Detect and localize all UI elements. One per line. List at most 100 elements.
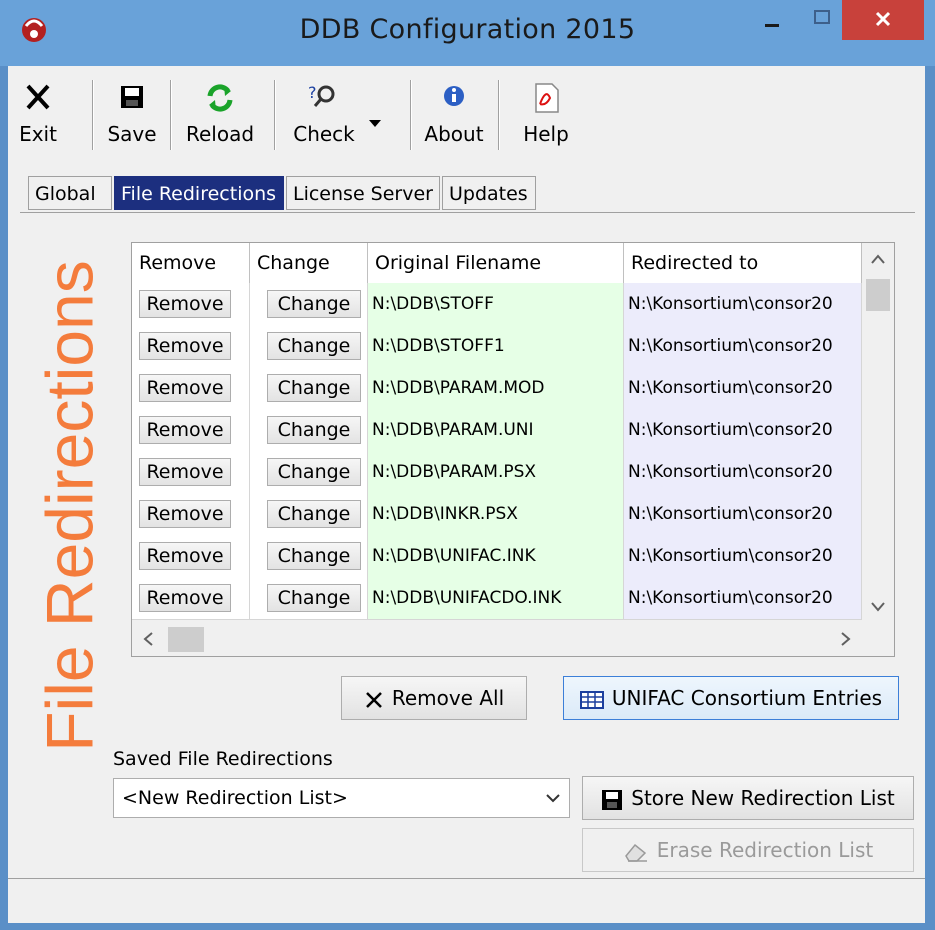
row-change-button[interactable]: Change (267, 500, 361, 528)
column-header-redirected[interactable]: Redirected to (624, 243, 862, 283)
original-filename-cell[interactable]: N:\DDB\PARAM.PSX (368, 451, 624, 493)
table-row: Remove Change N:\DDB\INKR.PSX N:\Konsort… (132, 493, 862, 536)
column-header-original[interactable]: Original Filename (368, 243, 624, 283)
row-remove-button[interactable]: Remove (139, 584, 231, 612)
check-label: Check (293, 122, 355, 146)
original-filename-cell[interactable]: N:\DDB\STOFF (368, 283, 624, 325)
about-label: About (424, 122, 484, 146)
row-remove-button[interactable]: Remove (139, 542, 231, 570)
redirected-to-cell[interactable]: N:\Konsortium\consor20 (624, 367, 862, 409)
table-row: Remove Change N:\DDB\STOFF1 N:\Konsortiu… (132, 325, 862, 368)
change-cell: Change (250, 577, 368, 619)
column-header-remove[interactable]: Remove (132, 243, 250, 283)
row-remove-button[interactable]: Remove (139, 416, 231, 444)
remove-cell: Remove (132, 409, 250, 451)
original-filename-cell[interactable]: N:\DDB\STOFF1 (368, 325, 624, 367)
original-filename-cell[interactable]: N:\DDB\INKR.PSX (368, 493, 624, 535)
change-cell: Change (250, 409, 368, 451)
info-icon (444, 86, 464, 106)
reload-button[interactable]: Reload (180, 76, 260, 156)
row-remove-button[interactable]: Remove (139, 290, 231, 318)
unifac-entries-label: UNIFAC Consortium Entries (611, 686, 883, 710)
erase-list-label: Erase Redirection List (656, 838, 874, 862)
original-filename-cell[interactable]: N:\DDB\PARAM.MOD (368, 367, 624, 409)
tab-license-server[interactable]: License Server (286, 176, 440, 210)
check-dropdown-button[interactable] (362, 76, 388, 156)
remove-cell: Remove (132, 367, 250, 409)
remove-cell: Remove (132, 535, 250, 577)
row-remove-button[interactable]: Remove (139, 332, 231, 360)
table-row: Remove Change N:\DDB\STOFF N:\Konsortium… (132, 283, 862, 326)
table-row: Remove Change N:\DDB\PARAM.UNI N:\Konsor… (132, 409, 862, 452)
chevron-down-icon (546, 794, 560, 803)
save-label: Save (107, 122, 157, 146)
help-button[interactable]: Help (518, 76, 574, 156)
redirected-to-cell[interactable]: N:\Konsortium\consor20 (624, 535, 862, 577)
save-button[interactable]: Save (102, 76, 162, 156)
chevron-down-icon (369, 120, 381, 127)
eraser-icon (624, 843, 647, 862)
close-icon (365, 691, 382, 708)
redirected-to-cell[interactable]: N:\Konsortium\consor20 (624, 451, 862, 493)
row-change-button[interactable]: Change (267, 374, 361, 402)
remove-cell: Remove (132, 451, 250, 493)
selected-redirection-list: <New Redirection List> (122, 787, 348, 809)
remove-all-label: Remove All (391, 686, 505, 710)
original-filename-cell[interactable]: N:\DDB\PARAM.UNI (368, 409, 624, 451)
erase-redirection-list-button[interactable]: Erase Redirection List (582, 828, 914, 872)
close-icon (26, 84, 50, 110)
row-change-button[interactable]: Change (267, 416, 361, 444)
redirected-to-cell[interactable]: N:\Konsortium\consor20 (624, 409, 862, 451)
saved-redirections-select[interactable]: <New Redirection List> (113, 778, 570, 818)
remove-cell: Remove (132, 283, 250, 325)
tab-global[interactable]: Global (28, 176, 112, 210)
row-change-button[interactable]: Change (267, 584, 361, 612)
about-button[interactable]: About (420, 76, 488, 156)
tab-updates[interactable]: Updates (442, 176, 536, 210)
minimize-button[interactable] (745, 0, 797, 40)
vertical-scrollbar-graphic (866, 254, 890, 612)
horizontal-scrollbar-graphic (143, 627, 851, 652)
vertical-scrollbar[interactable] (862, 243, 894, 623)
toolbar-separator (498, 80, 500, 150)
close-icon (875, 11, 891, 27)
table-row: Remove Change N:\DDB\UNIFACDO.INK N:\Kon… (132, 577, 862, 620)
original-filename-cell[interactable]: N:\DDB\UNIFAC.INK (368, 535, 624, 577)
tab-file-redirections[interactable]: File Redirections (114, 176, 284, 210)
title-bar[interactable]: DDB Configuration 2015 (0, 0, 935, 66)
table-row: Remove Change N:\DDB\PARAM.PSX N:\Konsor… (132, 451, 862, 494)
redirected-to-cell[interactable]: N:\Konsortium\consor20 (624, 325, 862, 367)
row-change-button[interactable]: Change (267, 290, 361, 318)
redirected-to-cell[interactable]: N:\Konsortium\consor20 (624, 577, 862, 619)
floppy-disk-icon (602, 789, 623, 810)
row-remove-button[interactable]: Remove (139, 500, 231, 528)
redirected-to-cell[interactable]: N:\Konsortium\consor20 (624, 493, 862, 535)
exit-label: Exit (19, 122, 57, 146)
exit-button[interactable]: Exit (12, 76, 64, 156)
toolbar-separator (92, 80, 94, 150)
original-filename-cell[interactable]: N:\DDB\UNIFACDO.INK (368, 577, 624, 619)
table-header: Remove Change Original Filename Redirect… (132, 243, 862, 284)
store-redirection-list-button[interactable]: Store New Redirection List (582, 776, 914, 820)
row-remove-button[interactable]: Remove (139, 458, 231, 486)
redirected-to-cell[interactable]: N:\Konsortium\consor20 (624, 283, 862, 325)
unifac-consortium-entries-button[interactable]: UNIFAC Consortium Entries (563, 676, 899, 720)
row-change-button[interactable]: Change (267, 458, 361, 486)
row-remove-button[interactable]: Remove (139, 374, 231, 402)
side-title: File Redirections (30, 256, 120, 756)
column-header-change[interactable]: Change (250, 243, 368, 283)
minimize-icon (765, 24, 779, 27)
close-button[interactable] (842, 0, 924, 40)
row-change-button[interactable]: Change (267, 542, 361, 570)
redirections-table: Remove Change Original Filename Redirect… (131, 242, 895, 657)
toolbar-separator (410, 80, 412, 150)
table-grid-icon (579, 690, 604, 709)
row-change-button[interactable]: Change (267, 332, 361, 360)
remove-all-button[interactable]: Remove All (341, 676, 527, 720)
horizontal-scrollbar[interactable] (132, 623, 862, 656)
change-cell: Change (250, 325, 368, 367)
change-cell: Change (250, 493, 368, 535)
refresh-icon (207, 84, 233, 112)
help-label: Help (523, 122, 569, 146)
check-button[interactable]: ? Check (288, 76, 360, 156)
